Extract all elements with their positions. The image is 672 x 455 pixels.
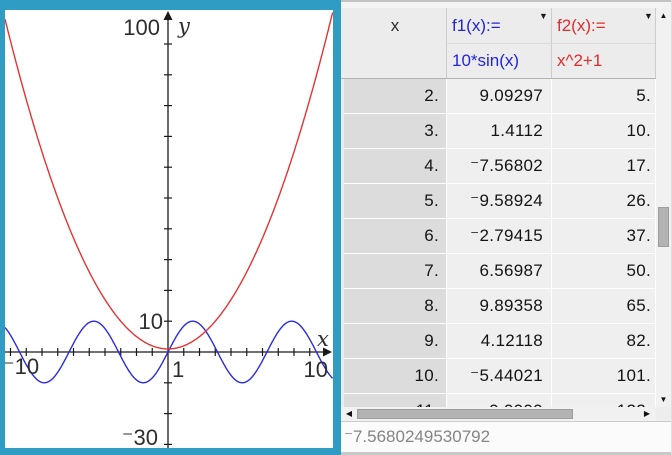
cell-f1[interactable]: ⁻7.56802 bbox=[447, 149, 551, 183]
cell-f1[interactable]: ⁻9.9999 bbox=[447, 394, 551, 407]
y-axis-tick-label-100: 100 bbox=[105, 17, 160, 39]
cell-f2[interactable]: 50. bbox=[552, 254, 655, 288]
selected-cell-value: ⁻7.5680249530792 bbox=[344, 422, 490, 451]
f1-formula-cell[interactable]: 10*sin(x) bbox=[447, 43, 551, 78]
cell-f1[interactable]: 9.09297 bbox=[447, 79, 551, 113]
table-row: 4. ⁻7.56802 17. bbox=[344, 149, 656, 183]
table-row: 8. 9.89358 65. bbox=[344, 289, 656, 323]
column-header-f1[interactable]: f1(x):= bbox=[447, 8, 551, 43]
table-row: 5. ⁻9.58924 26. bbox=[344, 184, 656, 218]
y-axis-tick-label-10: 10 bbox=[120, 311, 163, 333]
y-axis-tick-label-neg30: ⁻30 bbox=[115, 427, 158, 448]
f1-dropdown-icon[interactable]: ▼ bbox=[539, 12, 548, 21]
cell-x[interactable]: 3. bbox=[344, 114, 446, 148]
cell-x[interactable]: 7. bbox=[344, 254, 446, 288]
cell-x[interactable]: 4. bbox=[344, 149, 446, 183]
f2-dropdown-icon[interactable]: ▼ bbox=[644, 12, 653, 21]
cell-x[interactable]: 2. bbox=[344, 79, 446, 113]
table-row-partial: 11. ⁻9.9999 122. bbox=[344, 394, 656, 407]
table-row: 9. 4.12118 82. bbox=[344, 324, 656, 358]
scroll-down-button[interactable]: ▼ bbox=[656, 392, 671, 406]
tinspire-split-screen: 100 y 10 1 10 ⁻10 ⁻30 x x f1(x):= f2(x):… bbox=[0, 0, 672, 455]
scroll-right-button[interactable]: ▶ bbox=[640, 407, 654, 421]
table-row: 2. 9.09297 5. bbox=[344, 79, 656, 113]
x-axis-tick-label-10: 10 bbox=[302, 359, 328, 381]
cell-f1[interactable]: ⁻5.44021 bbox=[447, 359, 551, 393]
scrollbar-corner bbox=[656, 407, 671, 421]
cell-f2[interactable]: 10. bbox=[552, 114, 655, 148]
cell-f1[interactable]: ⁻2.79415 bbox=[447, 219, 551, 253]
graph-plot-area[interactable]: 100 y 10 1 10 ⁻10 ⁻30 x bbox=[5, 10, 333, 448]
cell-f2[interactable]: 122. bbox=[552, 394, 655, 407]
cell-f1[interactable]: 4.12118 bbox=[447, 324, 551, 358]
column-header-x[interactable]: x bbox=[344, 8, 446, 43]
cell-f1[interactable]: 1.4112 bbox=[447, 114, 551, 148]
cell-x[interactable]: 9. bbox=[344, 324, 446, 358]
header-row-divider bbox=[447, 43, 655, 44]
x-axis-tick-label-neg10: ⁻10 bbox=[5, 356, 39, 378]
cell-x[interactable]: 10. bbox=[344, 359, 446, 393]
cell-x[interactable]: 5. bbox=[344, 184, 446, 218]
cell-f2[interactable]: 26. bbox=[552, 184, 655, 218]
vertical-scrollbar[interactable]: ▲ ▼ bbox=[656, 8, 671, 407]
scroll-up-button[interactable]: ▲ bbox=[656, 8, 671, 22]
horizontal-scrollbar[interactable]: ◀ ▶ bbox=[341, 407, 656, 421]
cell-f1[interactable]: 9.89358 bbox=[447, 289, 551, 323]
y-axis-label: y bbox=[178, 16, 190, 37]
x-axis-label: x bbox=[317, 329, 329, 350]
function-graph-canvas[interactable] bbox=[5, 10, 333, 448]
cell-x[interactable]: 11. bbox=[344, 394, 446, 407]
cell-f2[interactable]: 37. bbox=[552, 219, 655, 253]
graph-pane[interactable]: 100 y 10 1 10 ⁻10 ⁻30 x bbox=[0, 0, 341, 455]
cell-x[interactable]: 8. bbox=[344, 289, 446, 323]
cell-x[interactable]: 6. bbox=[344, 219, 446, 253]
cell-f2[interactable]: 17. bbox=[552, 149, 655, 183]
cell-f1[interactable]: ⁻9.58924 bbox=[447, 184, 551, 218]
spreadsheet-pane[interactable]: x f1(x):= f2(x):= ▼ ▼ 10*sin(x) x^2+1 2.… bbox=[341, 0, 672, 455]
table-row: 6. ⁻2.79415 37. bbox=[344, 219, 656, 253]
table-body: 2. 9.09297 5. 3. 1.4112 10. 4. ⁻7.56802 … bbox=[344, 79, 656, 407]
table-row: 7. 6.56987 50. bbox=[344, 254, 656, 288]
scroll-left-button[interactable]: ◀ bbox=[342, 407, 356, 421]
vertical-scrollbar-thumb[interactable] bbox=[658, 207, 669, 247]
cell-f2[interactable]: 65. bbox=[552, 289, 655, 323]
cell-f2[interactable]: 5. bbox=[552, 79, 655, 113]
f2-formula-cell[interactable]: x^2+1 bbox=[552, 43, 655, 78]
cell-f1[interactable]: 6.56987 bbox=[447, 254, 551, 288]
table-row: 3. 1.4112 10. bbox=[344, 114, 656, 148]
column-header-f2[interactable]: f2(x):= bbox=[552, 8, 655, 43]
status-bar[interactable]: ⁻7.5680249530792 bbox=[341, 421, 671, 452]
x-axis-tick-label-1: 1 bbox=[172, 359, 184, 381]
horizontal-scrollbar-thumb[interactable] bbox=[357, 409, 573, 419]
table-row: 10. ⁻5.44021 101. bbox=[344, 359, 656, 393]
cell-f2[interactable]: 82. bbox=[552, 324, 655, 358]
cell-f2[interactable]: 101. bbox=[552, 359, 655, 393]
